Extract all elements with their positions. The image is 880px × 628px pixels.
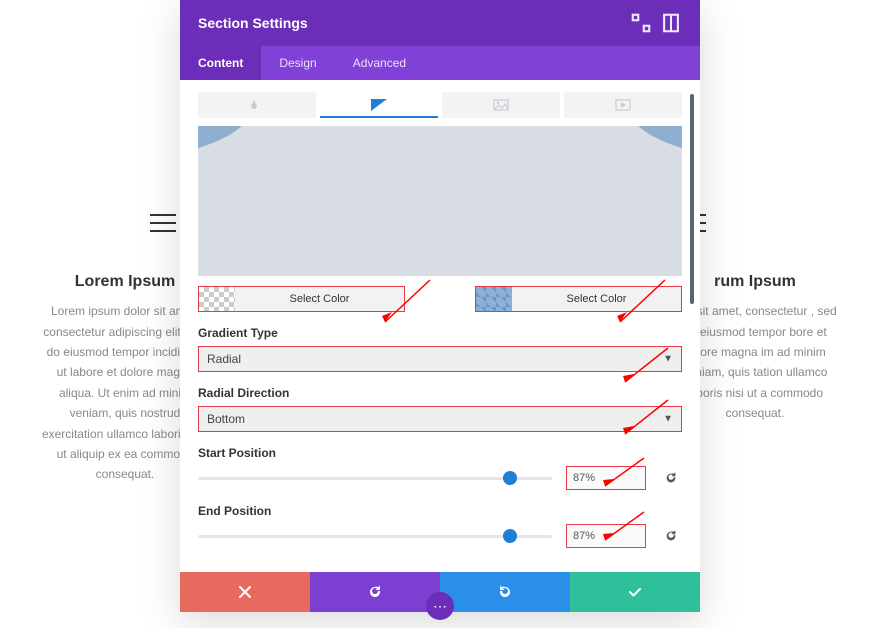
color-picker-2-label: Select Color — [512, 287, 681, 311]
color-picker-1-label: Select Color — [235, 287, 404, 311]
gradient-type-label: Gradient Type — [198, 326, 682, 340]
chevron-down-icon: ▼ — [663, 414, 673, 425]
tab-advanced[interactable]: Advanced — [335, 46, 424, 80]
subtab-color[interactable] — [198, 92, 316, 118]
end-position-label: End Position — [198, 504, 682, 518]
background-subtabs — [198, 92, 682, 118]
section-settings-modal: Section Settings Content Design Advanced — [180, 0, 700, 612]
undo-button[interactable] — [310, 572, 440, 612]
tab-content[interactable]: Content — [180, 46, 261, 80]
modal-body: Select Color Select Color Gradient Type … — [180, 80, 700, 572]
start-position-input[interactable]: 87% — [566, 466, 646, 490]
modal-tabs: Content Design Advanced — [180, 46, 700, 80]
snap-icon[interactable] — [660, 12, 682, 34]
redo-button[interactable] — [440, 572, 570, 612]
reset-icon[interactable] — [660, 467, 682, 489]
gradient-type-select[interactable]: Radial ▼ — [198, 346, 682, 372]
radial-direction-label: Radial Direction — [198, 386, 682, 400]
start-position-label: Start Position — [198, 446, 682, 460]
end-position-slider[interactable] — [198, 535, 552, 538]
slider-thumb[interactable] — [503, 529, 517, 543]
chevron-down-icon: ▼ — [663, 354, 673, 365]
subtab-image[interactable] — [442, 92, 560, 118]
reset-icon[interactable] — [660, 525, 682, 547]
hamburger-icon[interactable] — [150, 214, 176, 232]
radial-direction-value: Bottom — [207, 412, 245, 426]
color-picker-2[interactable]: Select Color — [475, 286, 682, 312]
modal-header: Section Settings — [180, 0, 700, 46]
modal-title: Section Settings — [198, 15, 622, 31]
subtab-video[interactable] — [564, 92, 682, 118]
start-position-slider[interactable] — [198, 477, 552, 480]
radial-direction-select[interactable]: Bottom ▼ — [198, 406, 682, 432]
subtab-gradient[interactable] — [320, 92, 438, 118]
scrollbar[interactable] — [690, 94, 694, 304]
more-fab[interactable]: ⋯ — [426, 592, 454, 620]
swatch-blue — [476, 287, 512, 311]
end-position-input[interactable]: 87% — [566, 524, 646, 548]
save-button[interactable] — [570, 572, 700, 612]
cancel-button[interactable] — [180, 572, 310, 612]
gradient-type-value: Radial — [207, 352, 241, 366]
swatch-transparent — [199, 287, 235, 311]
gradient-preview — [198, 126, 682, 276]
color-picker-1[interactable]: Select Color — [198, 286, 405, 312]
slider-thumb[interactable] — [503, 471, 517, 485]
expand-icon[interactable] — [630, 12, 652, 34]
tab-design[interactable]: Design — [261, 46, 334, 80]
